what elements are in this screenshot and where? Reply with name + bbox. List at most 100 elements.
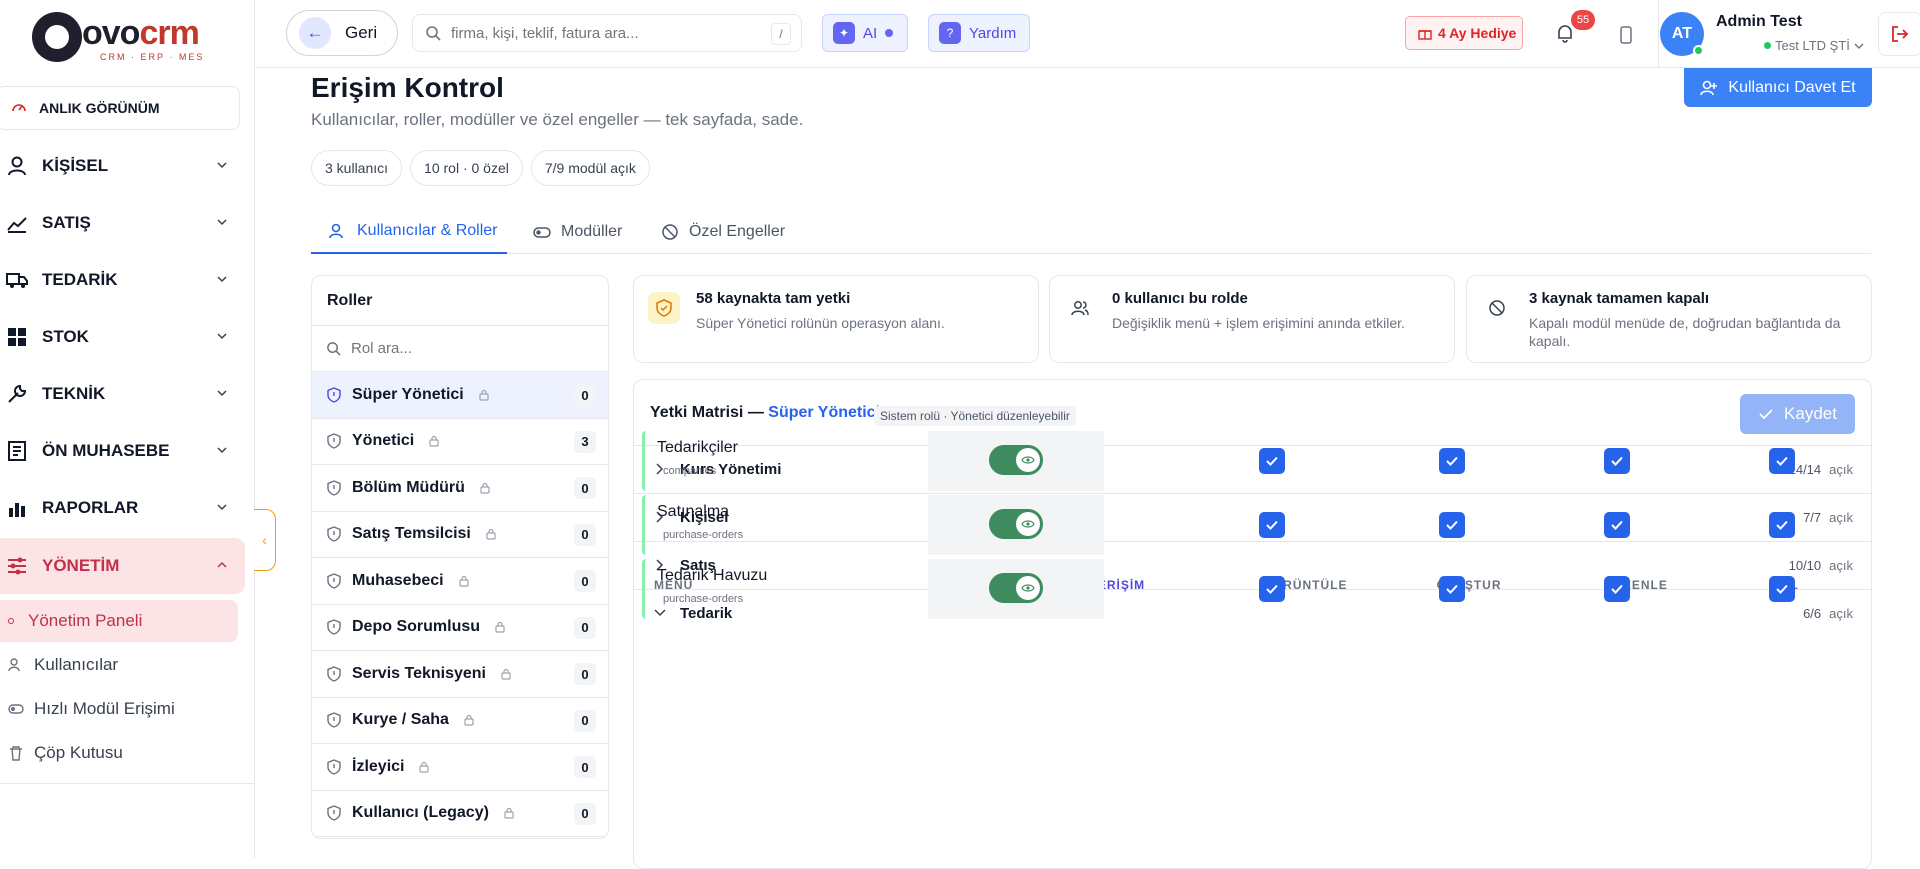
- view-checkbox[interactable]: [1259, 448, 1285, 474]
- create-checkbox[interactable]: [1439, 576, 1465, 602]
- access-toggle[interactable]: [989, 573, 1043, 603]
- tab-special-blocks[interactable]: Özel Engeller: [661, 210, 785, 254]
- role-search-input[interactable]: [351, 340, 571, 357]
- bar-chart-icon: [9, 503, 25, 517]
- delete-checkbox[interactable]: [1769, 448, 1795, 474]
- role-user-count: 0: [574, 802, 596, 825]
- sidebar-divider: [0, 783, 255, 784]
- dot-icon: [8, 618, 14, 624]
- role-item[interactable]: Satış Temsilcisi 0: [312, 512, 608, 558]
- company-label: Test LTD ŞTİ: [1775, 38, 1850, 53]
- company-selector[interactable]: Test LTD ŞTİ: [1764, 38, 1864, 53]
- mobile-button[interactable]: [1611, 20, 1641, 50]
- lock-icon: [464, 715, 474, 726]
- sidebar-item-yonetim-paneli[interactable]: Yönetim Paneli: [0, 600, 238, 642]
- role-item[interactable]: Depo Sorumlusu 0: [312, 605, 608, 651]
- tab-bar: Kullanıcılar & Roller Modüller Özel Enge…: [311, 210, 1871, 254]
- shield-icon: [327, 526, 341, 542]
- logo[interactable]: ovocrm CRM · ERP · MES: [32, 10, 212, 62]
- role-item[interactable]: Kullanıcı (Legacy) 0: [312, 791, 608, 837]
- role-user-count: 0: [574, 709, 596, 732]
- create-checkbox[interactable]: [1439, 448, 1465, 474]
- wrench-icon: [8, 384, 27, 403]
- access-toggle[interactable]: [989, 445, 1043, 475]
- truck-icon: [6, 273, 28, 288]
- ledger-icon: [8, 441, 26, 461]
- edit-checkbox[interactable]: [1604, 448, 1630, 474]
- role-search[interactable]: [312, 326, 608, 372]
- sidebar-section-yonetim[interactable]: YÖNETİM: [0, 538, 245, 594]
- role-item[interactable]: Yönetici 3: [312, 419, 608, 465]
- sidebar-item-cop-kutusu[interactable]: Çöp Kutusu: [0, 732, 238, 774]
- avatar[interactable]: AT: [1660, 12, 1704, 56]
- ai-button[interactable]: ✦ AI: [822, 14, 908, 52]
- save-label: Kaydet: [1784, 404, 1837, 423]
- chip-modules: 7/9 modül açık: [530, 150, 650, 186]
- eye-icon: [1021, 584, 1035, 592]
- check-icon: [1759, 409, 1773, 420]
- search-icon: [426, 26, 441, 41]
- delete-checkbox[interactable]: [1769, 576, 1795, 602]
- role-item[interactable]: Bölüm Müdürü 0: [312, 465, 608, 512]
- sidebar-section-satis[interactable]: SATIŞ: [0, 195, 245, 251]
- access-cell: [928, 495, 1104, 555]
- shield-icon: [327, 619, 341, 635]
- permission-matrix: Yetki Matrisi — Süper Yönetici Sistem ro…: [633, 379, 1872, 869]
- card-title: 3 kaynak tamamen kapalı: [1529, 290, 1710, 307]
- sidebar-item-kullanicilar[interactable]: Kullanıcılar: [0, 644, 238, 686]
- sidebar-section-raporlar[interactable]: RAPORLAR: [0, 480, 245, 536]
- access-toggle[interactable]: [989, 509, 1043, 539]
- role-item[interactable]: Süper Yönetici 0: [312, 372, 608, 419]
- sidebar-section-tedarik[interactable]: TEDARİK: [0, 252, 245, 308]
- block-icon: [1481, 292, 1513, 324]
- chip-roles: 10 rol · 0 özel: [410, 150, 523, 186]
- roles-header: Roller: [312, 276, 608, 326]
- divider: [1658, 0, 1659, 68]
- sidebar-section-kisisel[interactable]: KİŞİSEL: [0, 138, 245, 194]
- tab-label: Kullanıcılar & Roller: [357, 222, 498, 239]
- matrix-role: Süper Yönetici: [768, 404, 881, 421]
- ai-status-dot: [885, 29, 894, 37]
- role-item[interactable]: İzleyici 0: [312, 744, 608, 791]
- edit-checkbox[interactable]: [1604, 512, 1630, 538]
- delete-checkbox[interactable]: [1769, 512, 1795, 538]
- stat-card-users-in-role: 0 kullanıcı bu rolde Değişiklik menü + i…: [1049, 275, 1455, 363]
- help-label: Yardım: [969, 24, 1017, 42]
- search-input[interactable]: [451, 24, 751, 42]
- card-title: 58 kaynakta tam yetki: [696, 290, 851, 307]
- view-checkbox[interactable]: [1259, 576, 1285, 602]
- sidebar-item-hizli-modul[interactable]: Hızlı Modül Erişimi: [0, 688, 238, 730]
- back-label: Geri: [345, 23, 378, 42]
- view-checkbox[interactable]: [1259, 512, 1285, 538]
- save-button[interactable]: Kaydet: [1740, 394, 1855, 434]
- role-item[interactable]: Servis Teknisyeni 0: [312, 651, 608, 698]
- toggle-icon: [8, 704, 24, 714]
- role-name: Servis Teknisyeni: [352, 664, 486, 682]
- help-button[interactable]: ? Yardım: [928, 14, 1030, 52]
- tab-modules[interactable]: Modüller: [533, 210, 622, 254]
- back-button[interactable]: ← Geri: [286, 10, 398, 56]
- invite-user-button[interactable]: Kullanıcı Davet Et: [1684, 68, 1872, 107]
- permission-row: Tedarik Havuzu purchase-orders: [642, 559, 1864, 619]
- chevron-down-icon: [217, 333, 227, 340]
- sidebar-section-teknik[interactable]: TEKNİK: [0, 366, 245, 422]
- gift-button[interactable]: 4 Ay Hediye: [1405, 16, 1523, 50]
- lock-icon: [501, 668, 511, 680]
- trash-icon: [10, 746, 22, 761]
- create-checkbox[interactable]: [1439, 512, 1465, 538]
- sidebar-section-on-muhasebe[interactable]: ÖN MUHASEBE: [0, 423, 245, 479]
- logout-button[interactable]: [1878, 12, 1920, 56]
- toggle-icon: [533, 227, 551, 238]
- avatar-initials: AT: [1671, 25, 1693, 42]
- edit-checkbox[interactable]: [1604, 576, 1630, 602]
- global-search[interactable]: /: [412, 14, 802, 52]
- grid-icon: [8, 328, 26, 346]
- sidebar-section-stok[interactable]: STOK: [0, 309, 245, 365]
- matrix-title: Yetki Matrisi — Süper Yönetici: [650, 404, 881, 421]
- role-name: Depo Sorumlusu: [352, 618, 481, 636]
- topbar: ← Geri / ✦ AI ? Yardım 4 Ay Hediye 55 AT…: [256, 0, 1920, 68]
- role-item[interactable]: Muhasebeci 0: [312, 558, 608, 605]
- tab-users-roles[interactable]: Kullanıcılar & Roller: [311, 210, 507, 254]
- snapshot-button[interactable]: ANLIK GÖRÜNÜM: [0, 86, 240, 130]
- role-item[interactable]: Kurye / Saha 0: [312, 698, 608, 744]
